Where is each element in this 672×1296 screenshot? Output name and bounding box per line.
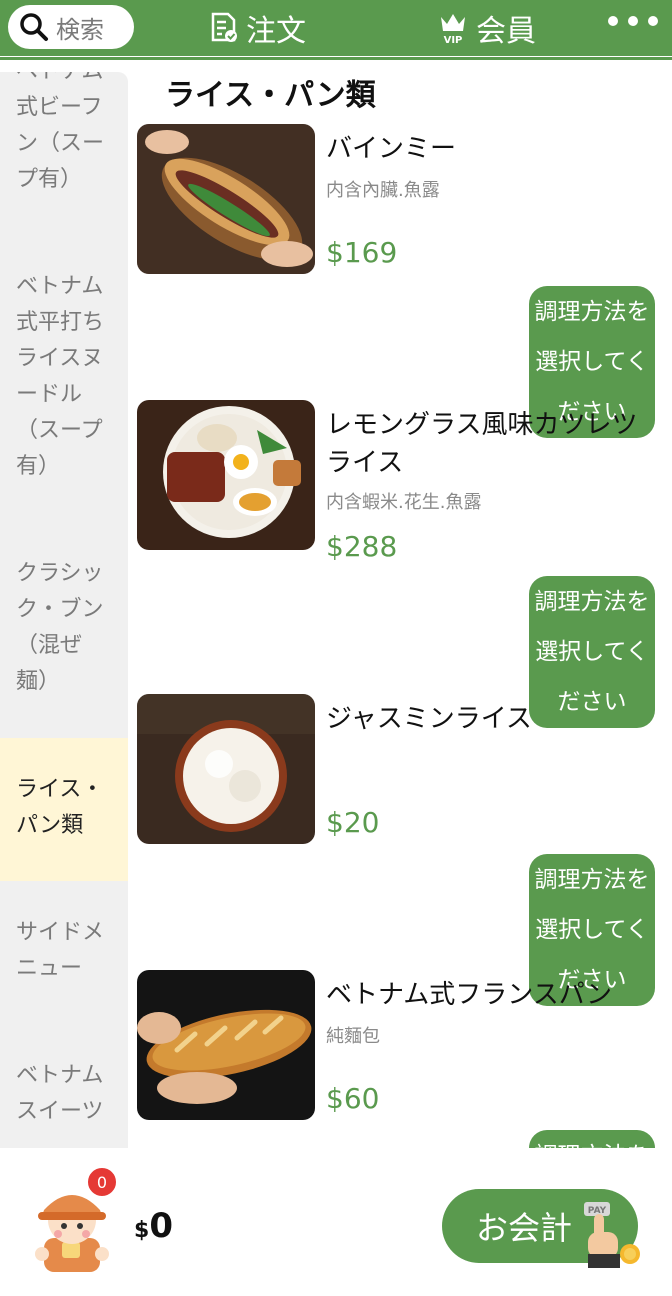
nav-member-label: 会員 — [476, 14, 536, 49]
product-list[interactable]: ライス・パン類 バインミー 内含內臟.魚露 $169 調理方法を 選択してく だ… — [137, 60, 672, 1148]
sidebar-item-classic-bun[interactable]: クラシッ ク・ブン （混ぜ 麺） — [0, 556, 128, 700]
more-dot — [608, 16, 618, 26]
cart-total: $0 — [134, 1206, 173, 1246]
product-price: $60 — [326, 1082, 380, 1115]
product-price: $20 — [326, 806, 380, 839]
more-menu-button[interactable] — [608, 16, 658, 26]
order-list-icon — [210, 12, 238, 44]
more-dot — [628, 16, 638, 26]
jasmine-rice-photo[interactable] — [137, 694, 315, 844]
lemongrass-cutlet-rice-photo[interactable] — [137, 400, 315, 550]
nav-member[interactable]: VIP 会員 — [438, 0, 536, 56]
vip-crown-icon: VIP — [438, 11, 468, 45]
section-title: ライス・パン類 — [165, 78, 376, 113]
nav-order-label: 注文 — [246, 14, 306, 49]
sidebar-item-side-menu[interactable]: サイドメ ニュー — [0, 915, 128, 987]
search-label: 検索 — [56, 15, 104, 44]
product-name: バインミー — [326, 134, 457, 164]
bottom-cart-bar: 0 $0 お会計 PAY — [0, 1148, 672, 1296]
product-description: 内含蝦米.花生.魚露 — [326, 492, 482, 513]
cart-count-badge: 0 — [86, 1166, 118, 1198]
more-dot — [648, 16, 658, 26]
sidebar-item-flat-rice-noodle[interactable]: ベトナム 式平打ち ライスヌ ードル （スープ 有） — [0, 269, 128, 485]
currency-symbol: $ — [134, 1218, 150, 1243]
banh-mi-photo[interactable] — [137, 124, 315, 274]
product-price: $288 — [326, 530, 398, 563]
pay-hand-icon: PAY — [580, 1198, 644, 1270]
sidebar-item-vietnamese-rice-vermicelli[interactable]: ベトナム 式ビーフ ン（スー プ有） — [0, 72, 128, 198]
product-name: レモングラス風味カツレツ ライス — [326, 410, 638, 478]
product-name: ベトナム式フランスパン — [326, 980, 613, 1010]
french-baguette-photo[interactable] — [137, 970, 315, 1120]
product-description: 純麵包 — [326, 1026, 380, 1047]
product-price: $169 — [326, 236, 398, 269]
checkout-label: お会計 — [476, 1209, 573, 1247]
product-name: ジャスミンライス — [326, 704, 532, 734]
category-sidebar[interactable]: ベトナム 式ビーフ ン（スー プ有） ベトナム 式平打ち ライスヌ ードル （ス… — [0, 72, 128, 1148]
sidebar-item-rice-bread[interactable]: ライス・ パン類 — [0, 738, 128, 881]
cart-total-amount: 0 — [149, 1206, 173, 1246]
product-description: 内含內臟.魚露 — [326, 180, 440, 201]
top-bar: 検索 注文 VIP 会員 — [0, 0, 672, 56]
sidebar-item-vietnamese-sweets[interactable]: ベトナム スイーツ — [0, 1058, 128, 1130]
search-button[interactable]: 検索 — [8, 5, 134, 49]
select-cooking-method-button[interactable]: 調理方法を 選択してく ださい — [529, 1130, 655, 1148]
nav-order[interactable]: 注文 — [210, 0, 306, 56]
svg-text:VIP: VIP — [444, 35, 463, 45]
search-icon — [18, 11, 50, 43]
